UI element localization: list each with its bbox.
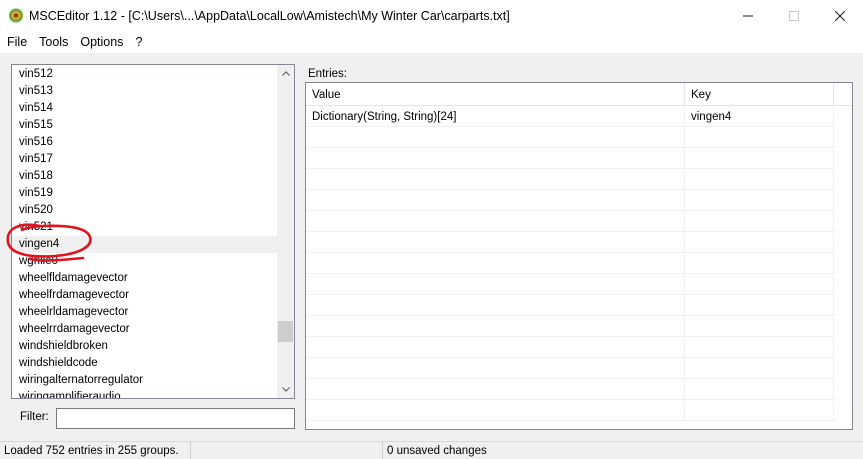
list-item[interactable]: vin513 bbox=[12, 83, 277, 100]
list-item[interactable]: windshieldcode bbox=[12, 355, 277, 372]
cell-value bbox=[306, 275, 685, 295]
table-row[interactable] bbox=[306, 317, 836, 337]
cell-key bbox=[685, 212, 834, 232]
status-unsaved: 0 unsaved changes bbox=[382, 442, 863, 459]
cell-key bbox=[685, 170, 834, 190]
scroll-thumb[interactable] bbox=[278, 321, 293, 342]
table-row[interactable] bbox=[306, 338, 836, 358]
maximize-icon bbox=[789, 10, 799, 21]
list-item[interactable]: wiringalternatorregulator bbox=[12, 372, 277, 389]
cell-key bbox=[685, 317, 834, 337]
list-item[interactable]: vin520 bbox=[12, 202, 277, 219]
table-row[interactable] bbox=[306, 170, 836, 190]
entries-label: Entries: bbox=[308, 68, 347, 80]
close-button[interactable] bbox=[817, 0, 863, 31]
list-item[interactable]: windshieldbroken bbox=[12, 338, 277, 355]
menu-bar: File Tools Options ? bbox=[0, 31, 863, 53]
cell-value bbox=[306, 254, 685, 274]
cell-key bbox=[685, 380, 834, 400]
status-middle bbox=[190, 442, 382, 459]
cell-value bbox=[306, 359, 685, 379]
cell-value bbox=[306, 233, 685, 253]
entries-grid[interactable]: Value Key Dictionary(String, String)[24]… bbox=[305, 82, 853, 430]
table-row[interactable] bbox=[306, 275, 836, 295]
cell-value bbox=[306, 380, 685, 400]
maximize-button[interactable] bbox=[771, 0, 817, 31]
cell-value: Dictionary(String, String)[24] bbox=[306, 107, 685, 127]
table-row[interactable] bbox=[306, 149, 836, 169]
cell-value bbox=[306, 191, 685, 211]
grid-header: Value Key bbox=[306, 83, 852, 106]
table-row[interactable]: Dictionary(String, String)[24] vingen4 bbox=[306, 107, 836, 127]
cell-key bbox=[685, 191, 834, 211]
list-item[interactable]: vin514 bbox=[12, 100, 277, 117]
status-loaded: Loaded 752 entries in 255 groups. bbox=[4, 445, 179, 457]
status-bar: Loaded 752 entries in 255 groups. 0 unsa… bbox=[0, 441, 863, 459]
window-title: MSCEditor 1.12 - [C:\Users\...\AppData\L… bbox=[29, 9, 510, 23]
cell-value bbox=[306, 338, 685, 358]
cell-value bbox=[306, 128, 685, 148]
cell-key: vingen4 bbox=[685, 107, 834, 127]
cell-value bbox=[306, 149, 685, 169]
cell-key bbox=[685, 275, 834, 295]
list-item[interactable]: wheelrldamagevector bbox=[12, 304, 277, 321]
cell-value bbox=[306, 317, 685, 337]
table-row[interactable] bbox=[306, 380, 836, 400]
scroll-up-arrow-icon[interactable] bbox=[277, 65, 294, 82]
cell-key bbox=[685, 359, 834, 379]
list-item[interactable]: vingen4 bbox=[12, 236, 277, 253]
cell-key bbox=[685, 254, 834, 274]
list-scrollbar[interactable] bbox=[277, 65, 294, 398]
minimize-button[interactable] bbox=[725, 0, 771, 31]
column-header-value[interactable]: Value bbox=[306, 83, 685, 106]
menu-help[interactable]: ? bbox=[129, 31, 148, 53]
list-item[interactable]: vin519 bbox=[12, 185, 277, 202]
menu-options[interactable]: Options bbox=[74, 31, 129, 53]
cell-key bbox=[685, 233, 834, 253]
cell-value bbox=[306, 212, 685, 232]
list-item[interactable]: wheelfldamagevector bbox=[12, 270, 277, 287]
close-icon bbox=[835, 10, 845, 21]
cell-key bbox=[685, 401, 834, 421]
list-item[interactable]: wiringamplifieraudio bbox=[12, 389, 277, 398]
table-row[interactable] bbox=[306, 191, 836, 211]
scroll-down-arrow-icon[interactable] bbox=[277, 381, 294, 398]
minimize-icon bbox=[743, 15, 753, 16]
table-row[interactable] bbox=[306, 296, 836, 316]
table-row[interactable] bbox=[306, 128, 836, 148]
cell-value bbox=[306, 296, 685, 316]
list-item[interactable]: vin512 bbox=[12, 66, 277, 83]
cell-key bbox=[685, 296, 834, 316]
list-item[interactable]: wgrille0 bbox=[12, 253, 277, 270]
list-item[interactable]: wheelrrdamagevector bbox=[12, 321, 277, 338]
msceditor-app-icon bbox=[9, 8, 23, 23]
filter-input[interactable] bbox=[56, 408, 295, 429]
table-row[interactable] bbox=[306, 254, 836, 274]
cell-value bbox=[306, 401, 685, 421]
cell-key bbox=[685, 149, 834, 169]
table-row[interactable] bbox=[306, 233, 836, 253]
list-item[interactable]: vin517 bbox=[12, 151, 277, 168]
list-item[interactable]: vin515 bbox=[12, 117, 277, 134]
table-row[interactable] bbox=[306, 401, 836, 421]
variable-list[interactable]: vin512 vin513 vin514 vin515 vin516 vin517 vin5… bbox=[11, 64, 295, 399]
list-item[interactable]: wheelfrdamagevector bbox=[12, 287, 277, 304]
cell-key bbox=[685, 338, 834, 358]
column-header-key[interactable]: Key bbox=[685, 83, 834, 106]
list-item[interactable]: vin516 bbox=[12, 134, 277, 151]
menu-file[interactable]: File bbox=[0, 31, 33, 53]
list-item[interactable]: vin521 bbox=[12, 219, 277, 236]
filter-label: Filter: bbox=[20, 411, 49, 423]
table-row[interactable] bbox=[306, 359, 836, 379]
title-bar[interactable]: MSCEditor 1.12 - [C:\Users\...\AppData\L… bbox=[0, 0, 863, 31]
menu-tools[interactable]: Tools bbox=[33, 31, 74, 53]
list-item[interactable]: vin518 bbox=[12, 168, 277, 185]
cell-key bbox=[685, 128, 834, 148]
variable-list-items: vin512 vin513 vin514 vin515 vin516 vin517 vin5… bbox=[12, 66, 277, 398]
cell-value bbox=[306, 170, 685, 190]
table-row[interactable] bbox=[306, 212, 836, 232]
